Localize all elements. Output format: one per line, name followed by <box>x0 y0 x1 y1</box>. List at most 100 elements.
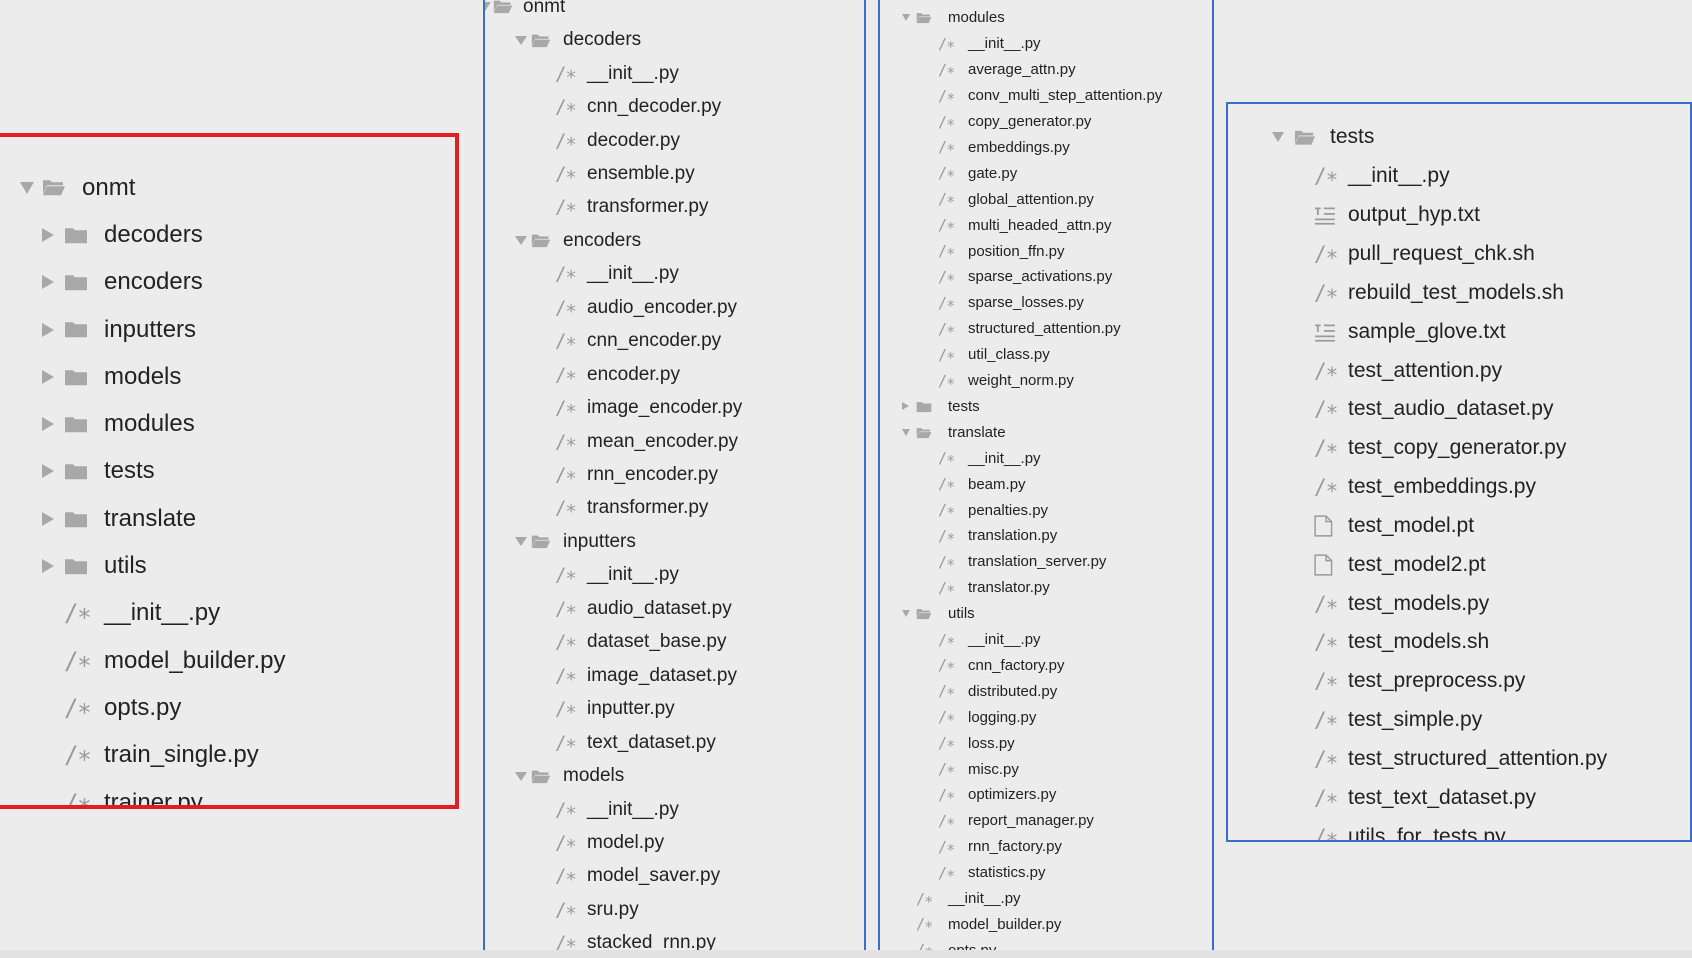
tree-item-label: opts.py <box>104 693 182 721</box>
tree-item-label: transformer.py <box>587 497 709 519</box>
disclosure-collapsed-icon[interactable] <box>42 464 54 479</box>
source-file-icon: /∗ <box>555 731 577 754</box>
tree-item-label: cnn_factory.py <box>968 656 1065 674</box>
tree-item-label: distributed.py <box>968 682 1058 700</box>
source-file-icon: /∗ <box>555 296 577 319</box>
disclosure-collapsed-icon[interactable] <box>42 559 54 574</box>
tree-item-label: onmt <box>523 0 566 17</box>
disclosure-expanded-icon[interactable] <box>902 610 910 618</box>
source-file-icon: /∗ <box>938 319 955 338</box>
tree-item-label: test_model2.pt <box>1348 552 1486 576</box>
tree-item-label: test_structured_attention.py <box>1348 747 1608 771</box>
tree-item-label: model.py <box>587 831 665 853</box>
source-file-icon: /∗ <box>938 293 955 312</box>
tree-item-label: cnn_encoder.py <box>587 330 722 352</box>
tree-item-label: __init__.py <box>587 263 679 285</box>
folder-icon <box>64 556 88 576</box>
tree-item-label: loss.py <box>968 734 1015 752</box>
disclosure-expanded-icon[interactable] <box>515 771 527 781</box>
source-file-icon: /∗ <box>555 62 577 85</box>
tree-item-label: translator.py <box>968 579 1050 597</box>
folder-open-icon <box>42 177 66 197</box>
tests-tree-panel: tests /∗ __init__.py output_hyp.txt /∗ pull_r… <box>1226 102 1692 842</box>
source-file-icon: /∗ <box>555 430 577 453</box>
tree-item-label: multi_headed_attn.py <box>968 216 1112 234</box>
disclosure-collapsed-icon[interactable] <box>42 369 54 384</box>
tree-item-label: position_ffn.py <box>968 242 1065 260</box>
source-file-icon: /∗ <box>555 196 577 219</box>
source-file-icon: /∗ <box>1314 630 1338 655</box>
source-file-icon: /∗ <box>938 837 955 856</box>
tree-item-label: gate.py <box>968 164 1018 182</box>
source-file-icon: /∗ <box>64 741 92 770</box>
source-file-icon: /∗ <box>1314 708 1338 733</box>
disclosure-expanded-icon[interactable] <box>20 181 34 194</box>
source-file-icon: /∗ <box>1314 785 1338 810</box>
disclosure-expanded-icon[interactable] <box>1272 132 1284 143</box>
source-file-icon: /∗ <box>1314 397 1338 422</box>
source-file-icon: /∗ <box>1314 164 1338 189</box>
source-file-icon: /∗ <box>938 164 955 183</box>
source-file-icon: /∗ <box>938 863 955 882</box>
source-file-icon: /∗ <box>938 734 955 753</box>
source-file-icon: /∗ <box>1314 436 1338 461</box>
tree-item-label: logging.py <box>968 708 1037 726</box>
source-file-icon: /∗ <box>938 630 955 649</box>
folder-icon <box>64 319 88 339</box>
disclosure-expanded-icon[interactable] <box>485 2 491 12</box>
tree-item-label: trainer.py <box>104 788 203 809</box>
tree-item-label: dataset_base.py <box>587 631 727 653</box>
tree-item-label: audio_dataset.py <box>587 597 732 619</box>
source-file-icon: /∗ <box>555 497 577 520</box>
disclosure-expanded-icon[interactable] <box>902 14 910 22</box>
folder-open-icon <box>916 607 932 621</box>
tree-item-label: onmt <box>82 173 136 201</box>
tree-item-label: model_builder.py <box>104 646 286 674</box>
disclosure-collapsed-icon[interactable] <box>42 322 54 337</box>
tree-item-label: encoders <box>563 229 642 251</box>
source-file-icon: /∗ <box>938 86 955 105</box>
tree-item-label: image_dataset.py <box>587 664 737 686</box>
tree-item-label: __init__.py <box>587 798 679 820</box>
disclosure-collapsed-icon[interactable] <box>42 227 54 242</box>
source-file-icon: /∗ <box>1314 241 1338 266</box>
source-file-icon: /∗ <box>938 34 955 53</box>
folder-open-icon <box>531 533 551 550</box>
source-file-icon: /∗ <box>555 162 577 185</box>
source-file-icon: /∗ <box>916 889 933 908</box>
folder-open-icon <box>531 768 551 785</box>
folder-open-icon <box>916 11 932 25</box>
tree-item-label: model_saver.py <box>587 865 721 887</box>
source-file-icon: /∗ <box>938 112 955 131</box>
disclosure-expanded-icon[interactable] <box>515 35 527 45</box>
source-file-icon: /∗ <box>1314 591 1338 616</box>
folder-open-icon <box>1294 128 1316 147</box>
decoders-encoders-inputters-models-tree-panel: onmt decoders /∗ __init__.py /∗ cnn_decoder.p… <box>483 0 866 952</box>
folder-icon <box>64 272 88 292</box>
source-file-icon: /∗ <box>916 915 933 934</box>
source-file-icon: /∗ <box>938 60 955 79</box>
tree-item-label: test_models.py <box>1348 591 1490 615</box>
tree-item-label: __init__.py <box>968 35 1041 53</box>
disclosure-expanded-icon[interactable] <box>515 537 527 547</box>
disclosure-expanded-icon[interactable] <box>902 428 910 436</box>
tree-item-label: average_attn.py <box>968 61 1076 79</box>
disclosure-collapsed-icon[interactable] <box>42 275 54 290</box>
tree-item-label: transformer.py <box>587 196 709 218</box>
source-file-icon: /∗ <box>555 363 577 386</box>
source-file-icon: /∗ <box>938 656 955 675</box>
tree-item-label: test_text_dataset.py <box>1348 785 1536 809</box>
disclosure-collapsed-icon[interactable] <box>42 511 54 526</box>
tree-item-label: sparse_activations.py <box>968 268 1113 286</box>
source-file-icon: /∗ <box>555 698 577 721</box>
tree-item-label: beam.py <box>968 475 1026 493</box>
disclosure-expanded-icon[interactable] <box>515 236 527 246</box>
source-file-icon: /∗ <box>555 798 577 821</box>
disclosure-collapsed-icon[interactable] <box>42 417 54 432</box>
tree-item-label: global_attention.py <box>968 190 1094 208</box>
folder-icon <box>64 367 88 387</box>
text-file-icon <box>1314 204 1336 226</box>
source-file-icon: /∗ <box>1314 358 1338 383</box>
disclosure-collapsed-icon[interactable] <box>902 402 909 411</box>
modules-translate-utils-tree-panel: modules /∗ __init__.py /∗ average_attn.py /∗ c… <box>878 0 1214 954</box>
